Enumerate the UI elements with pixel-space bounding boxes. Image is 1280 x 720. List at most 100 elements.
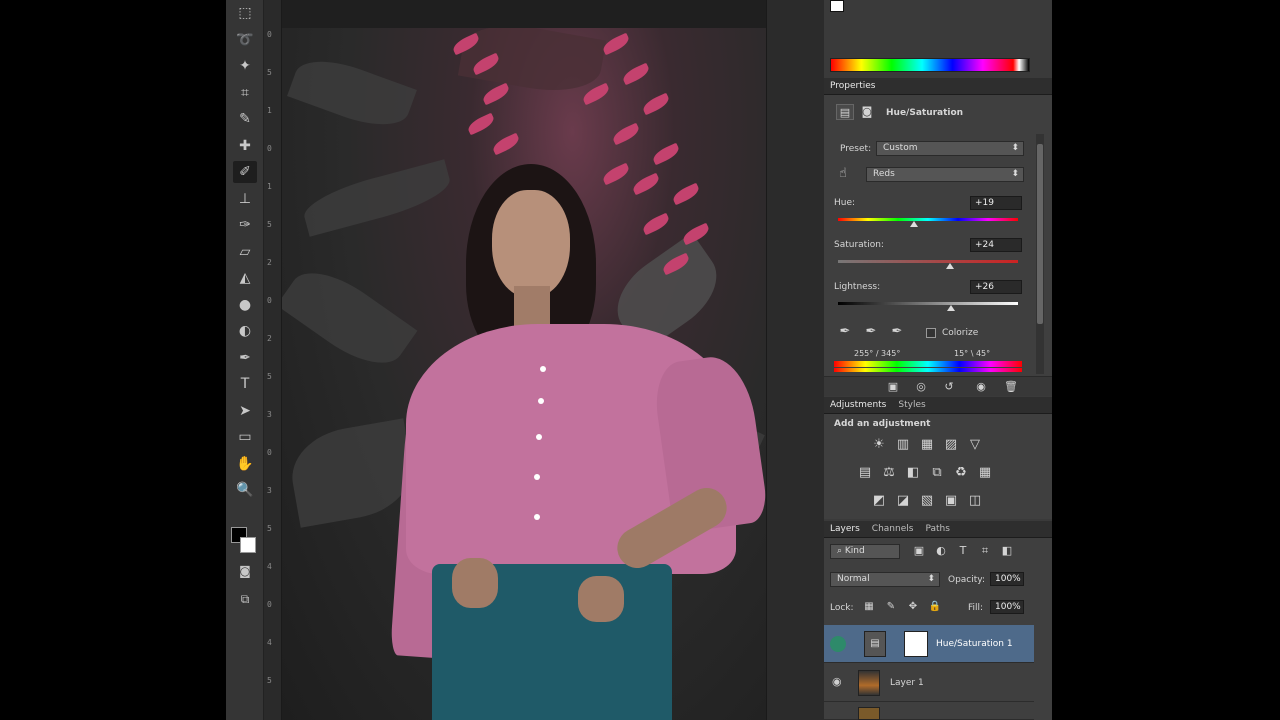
tab-styles[interactable]: Styles (898, 400, 925, 410)
channel-mixer-icon[interactable]: ♻ (952, 465, 970, 481)
history-brush-icon[interactable]: ✑ (233, 214, 257, 236)
background-color-swatch[interactable] (240, 537, 256, 553)
crop-icon[interactable]: ⌗ (233, 82, 257, 104)
filter-adjustment-icon[interactable]: ◐ (932, 543, 950, 559)
color-ramp[interactable] (830, 58, 1030, 72)
selective-color-icon[interactable]: ◫ (966, 493, 984, 509)
visibility-icon[interactable]: ◉ (972, 379, 990, 395)
brightness-contrast-icon[interactable]: ☀ (870, 437, 888, 453)
lock-pixels-icon[interactable]: ✎ (882, 599, 900, 615)
eyedropper-minus-icon[interactable]: ✒ (888, 324, 906, 340)
adjustment-layer-icon[interactable]: ▤ (836, 104, 854, 120)
filter-shape-icon[interactable]: ⌗ (976, 543, 994, 559)
tab-properties[interactable]: Properties (830, 81, 875, 91)
layer-row-partial[interactable] (824, 703, 1034, 720)
posterize-icon[interactable]: ◪ (894, 493, 912, 509)
layer-name[interactable]: Layer 1 (890, 678, 924, 688)
saturation-slider-thumb[interactable] (945, 263, 954, 269)
colorize-checkbox[interactable] (926, 328, 936, 338)
magic-wand-icon[interactable]: ✦ (233, 55, 257, 77)
preset-select[interactable]: Custom ⬍ (876, 141, 1024, 156)
clip-to-layer-icon[interactable]: ▣ (884, 379, 902, 395)
view-previous-icon[interactable]: ◎ (912, 379, 930, 395)
type-icon[interactable]: T (233, 373, 257, 395)
ruler-tick-label: 0 (267, 448, 272, 457)
blur-icon[interactable]: ● (233, 294, 257, 316)
eyedropper-plus-icon[interactable]: ✒ (862, 324, 880, 340)
range-select[interactable]: Reds ⬍ (866, 167, 1024, 182)
tab-adjustments[interactable]: Adjustments (830, 400, 886, 410)
quick-mask-icon[interactable]: ◙ (233, 560, 257, 582)
color-balance-icon[interactable]: ⚖ (880, 465, 898, 481)
range-right-value: 15° \ 45° (954, 349, 991, 358)
gradient-map-icon[interactable]: ▣ (942, 493, 960, 509)
hue-saturation-icon[interactable]: ▤ (856, 465, 874, 481)
lock-transparent-icon[interactable]: ▦ (860, 599, 878, 615)
ruler-tick-label: 0 (267, 600, 272, 609)
scrollbar-thumb[interactable] (1037, 144, 1043, 324)
hue-input[interactable]: +19 (970, 196, 1022, 210)
layer-name[interactable]: Hue/Saturation 1 (936, 639, 1013, 649)
targeted-adjustment-hand-icon[interactable]: ☝ (834, 166, 852, 182)
opacity-input[interactable]: 100% (990, 572, 1024, 586)
brush-icon[interactable]: ✐ (233, 161, 257, 183)
lightness-slider-track[interactable] (838, 302, 1018, 305)
hue-slider-thumb[interactable] (909, 221, 918, 227)
exposure-icon[interactable]: ▨ (942, 437, 960, 453)
color-panel-swatch[interactable] (830, 0, 844, 12)
paint-bucket-icon[interactable]: ◭ (233, 267, 257, 289)
pen-icon[interactable]: ✒ (233, 347, 257, 369)
tab-layers[interactable]: Layers (830, 524, 860, 534)
filter-smart-object-icon[interactable]: ◧ (998, 543, 1016, 559)
trash-icon[interactable]: 🗑 (1002, 379, 1020, 395)
lock-label: Lock: (830, 603, 854, 613)
lock-position-icon[interactable]: ✥ (904, 599, 922, 615)
tab-channels[interactable]: Channels (872, 524, 914, 534)
color-range-bar-top[interactable] (834, 361, 1022, 367)
layer-filter-select[interactable]: ⌕ Kind (830, 544, 900, 559)
invert-icon[interactable]: ◩ (870, 493, 888, 509)
threshold-icon[interactable]: ▧ (918, 493, 936, 509)
filter-pixel-icon[interactable]: ▣ (910, 543, 928, 559)
dodge-icon[interactable]: ◐ (233, 320, 257, 342)
lock-all-icon[interactable]: 🔒 (926, 599, 944, 615)
eraser-icon[interactable]: ▱ (233, 241, 257, 263)
eyedropper-icon[interactable]: ✎ (233, 108, 257, 130)
tab-paths[interactable]: Paths (925, 524, 949, 534)
mask-icon[interactable]: ◙ (858, 104, 876, 120)
healing-icon[interactable]: ✚ (233, 135, 257, 157)
preset-label: Preset: (840, 144, 872, 154)
stamp-icon[interactable]: ⊥ (233, 188, 257, 210)
vibrance-icon[interactable]: ▽ (966, 437, 984, 453)
reset-icon[interactable]: ↺ (940, 379, 958, 395)
blend-mode-select[interactable]: Normal ⬍ (830, 572, 940, 587)
layer-row-layer-1[interactable]: ◉ Layer 1 (824, 664, 1034, 702)
color-lookup-icon[interactable]: ▦ (976, 465, 994, 481)
levels-icon[interactable]: ▥ (894, 437, 912, 453)
screen-mode-icon[interactable]: ⧉ (233, 588, 257, 610)
lasso-icon[interactable]: ➰ (233, 29, 257, 51)
black-white-icon[interactable]: ◧ (904, 465, 922, 481)
photo-filter-icon[interactable]: ⧉ (928, 465, 946, 481)
curves-icon[interactable]: ▦ (918, 437, 936, 453)
layer-row-hue-saturation[interactable]: ▤ Hue/Saturation 1 (824, 625, 1034, 663)
fill-input[interactable]: 100% (990, 600, 1024, 614)
layers-panel: Layers Channels Paths ⌕ Kind ▣ ◐ T ⌗ ◧ N… (824, 521, 1052, 720)
layer-mask-thumbnail[interactable] (904, 631, 928, 657)
saturation-input[interactable]: +24 (970, 238, 1022, 252)
hue-slider-track[interactable] (838, 218, 1018, 221)
marquee-icon[interactable]: ⬚ (233, 2, 257, 24)
eyedropper-icon[interactable]: ✒ (836, 324, 854, 340)
zoom-icon[interactable]: 🔍 (233, 479, 257, 501)
saturation-slider-track[interactable] (838, 260, 1018, 263)
lightness-input[interactable]: +26 (970, 280, 1022, 294)
lightness-slider-thumb[interactable] (947, 305, 956, 311)
hand-icon[interactable]: ✋ (233, 453, 257, 475)
path-select-icon[interactable]: ➤ (233, 400, 257, 422)
document-canvas[interactable] (282, 28, 766, 720)
visibility-eye-icon[interactable] (830, 636, 846, 652)
rectangle-icon[interactable]: ▭ (233, 426, 257, 448)
filter-type-icon[interactable]: T (954, 543, 972, 559)
visibility-eye-icon[interactable]: ◉ (832, 675, 842, 688)
properties-scrollbar[interactable] (1036, 134, 1044, 374)
